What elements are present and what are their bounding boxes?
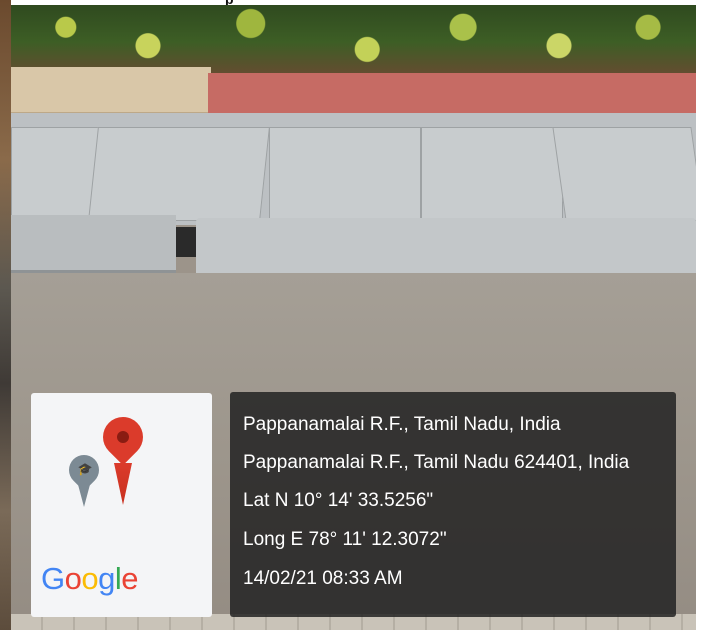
- timestamp: 14/02/21 08:33 AM: [243, 568, 403, 589]
- location-info-card: Pappanamalai R.F., Tamil Nadu, India Pap…: [230, 392, 676, 617]
- address: Pappanamalai R.F., Tamil Nadu 624401, In…: [243, 452, 630, 473]
- drain-gap: [176, 227, 196, 257]
- curb-tan: [11, 67, 211, 114]
- logo-letter: o: [64, 561, 82, 596]
- longitude: Long E 78° 11' 12.3072": [243, 529, 447, 550]
- slab: [88, 127, 270, 221]
- slab: [421, 127, 563, 221]
- bottom-border: [0, 630, 704, 639]
- kerb-step-right: [196, 218, 696, 279]
- slab: [552, 127, 696, 221]
- latitude: Lat N 10° 14' 33.5256": [243, 490, 434, 511]
- logo-letter: G: [41, 561, 65, 596]
- pin-gray-tip: [76, 477, 92, 507]
- left-photo-strip: [0, 0, 11, 639]
- logo-letter: o: [81, 561, 99, 596]
- google-logo-card: 🎓 Google: [31, 393, 212, 617]
- logo-letter: e: [121, 561, 139, 596]
- pin-red-tip: [114, 463, 132, 505]
- pin-center-dot: [117, 431, 129, 443]
- geotag-photo-frame: p 🎓 Google Pappanamalai R.F., Tamil Nadu…: [0, 0, 704, 639]
- place-name: Pappanamalai R.F., Tamil Nadu, India: [243, 414, 561, 435]
- logo-letter: g: [98, 561, 115, 596]
- slab: [269, 127, 421, 221]
- kerb-step-left: [11, 215, 176, 273]
- concrete-slabs: [11, 113, 696, 225]
- graduation-cap-icon: 🎓: [77, 462, 93, 476]
- google-logo: Google: [41, 561, 139, 597]
